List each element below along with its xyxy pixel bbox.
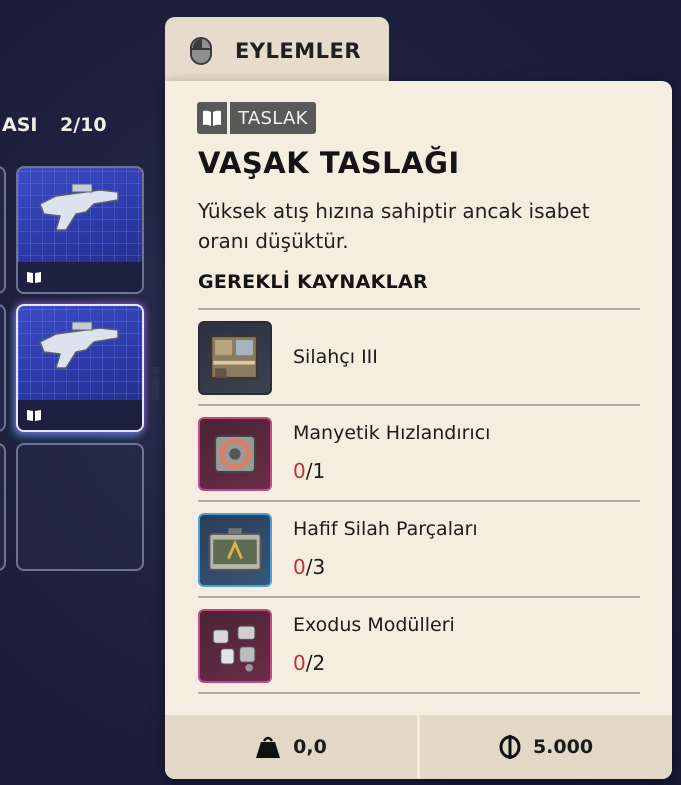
divider [198, 692, 640, 694]
inventory-slot-empty[interactable] [16, 443, 144, 571]
resource-name: Hafif Silah Parçaları [293, 518, 478, 540]
modules-icon [198, 609, 272, 683]
resource-name: Silahçı III [293, 346, 378, 368]
item-weight-value: 0,0 [293, 736, 327, 758]
resource-count: 0/3 [293, 555, 326, 579]
workbench-icon [198, 321, 272, 395]
item-footer: 0,0 5.000 [165, 715, 672, 779]
actions-tab[interactable]: EYLEMLER [165, 17, 389, 85]
blueprint-badge-icon [27, 272, 41, 283]
mouse-icon [190, 37, 212, 65]
item-tooltip: TASLAK VAŞAK TASLAĞI Yüksek atış hızına … [165, 81, 672, 779]
inventory-capacity: 2/10 [60, 114, 107, 136]
required-resources-heading: GEREKLİ KAYNAKLAR [198, 271, 428, 293]
parts-case-icon [198, 513, 272, 587]
resource-row: Exodus Modülleri 0/2 [198, 598, 640, 692]
resource-name: Exodus Modülleri [293, 614, 455, 636]
blueprint-badge-icon [27, 410, 41, 421]
inventory-slot-edge-2[interactable] [0, 304, 6, 432]
coin-icon [499, 735, 521, 759]
weapon-icon [39, 321, 119, 369]
inventory-header-label: ASI [2, 114, 38, 136]
book-icon [203, 110, 221, 126]
item-type-chip: TASLAK [197, 102, 316, 134]
resource-count: 0/1 [293, 459, 326, 483]
item-price: 5.000 [420, 715, 672, 779]
resource-row: Manyetik Hızlandırıcı 0/1 [198, 406, 640, 500]
resource-name: Manyetik Hızlandırıcı [293, 422, 491, 444]
resource-count: 0/2 [293, 651, 326, 675]
inventory-slot-edge-1[interactable] [0, 166, 6, 294]
item-weight: 0,0 [165, 715, 417, 779]
item-type-label: TASLAK [230, 102, 316, 134]
inventory-header: ASI 2/10 [0, 112, 107, 138]
inventory-slot-blueprint-1[interactable] [16, 166, 144, 294]
edge-marker [671, 698, 681, 716]
actions-tab-label: EYLEMLER [235, 39, 362, 63]
item-title: VAŞAK TASLAĞI [198, 146, 460, 180]
resource-row: Silahçı III [198, 310, 640, 404]
inventory-slot-blueprint-2[interactable] [16, 304, 144, 432]
weapon-icon [39, 183, 119, 231]
resource-row: Hafif Silah Parçaları 0/3 [198, 502, 640, 596]
item-price-value: 5.000 [532, 736, 594, 758]
inventory-slot-edge-3[interactable] [0, 443, 6, 571]
coil-icon [198, 417, 272, 491]
item-description: Yüksek atış hızına sahiptir ancak isabet… [198, 199, 590, 253]
weight-icon [256, 736, 281, 758]
